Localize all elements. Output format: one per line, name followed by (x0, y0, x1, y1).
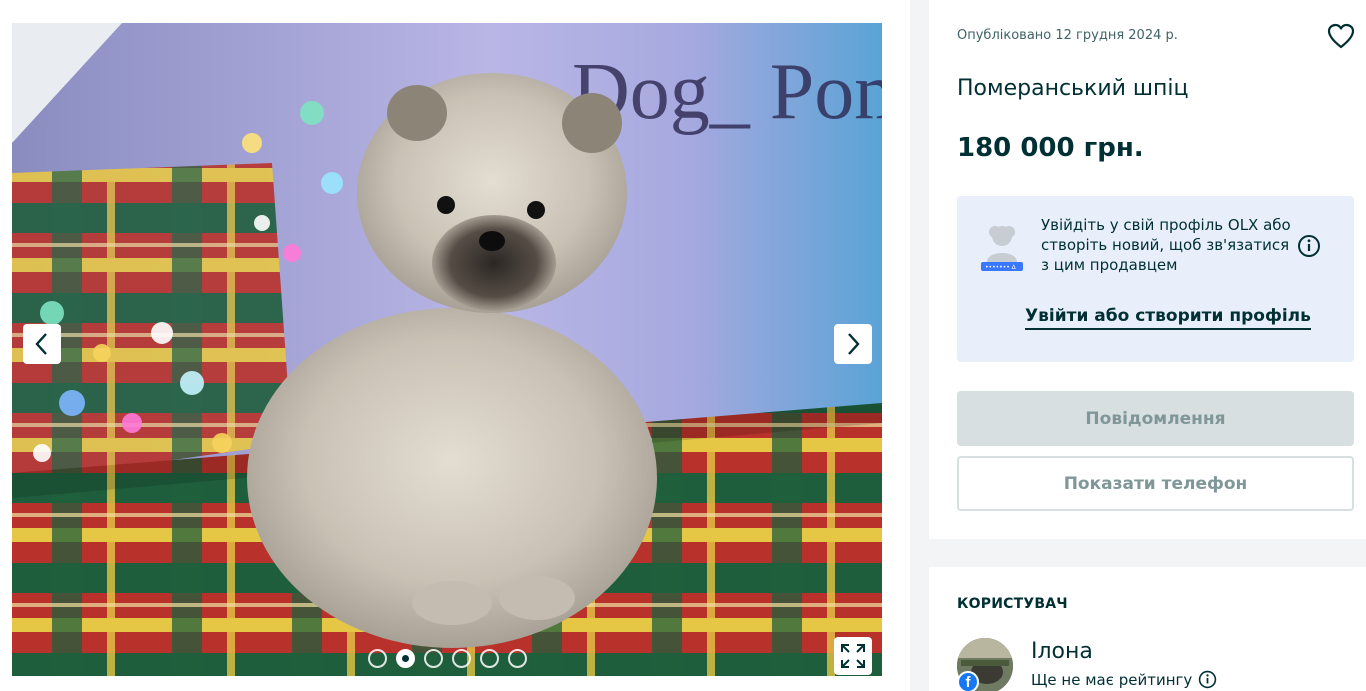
fullscreen-button[interactable] (834, 637, 872, 675)
seller-rating-text: Ще не має рейтингу (1031, 670, 1193, 689)
chevron-left-icon (35, 333, 47, 355)
listing-price: 180 000 грн. (957, 133, 1144, 163)
favorite-button[interactable] (1326, 21, 1356, 51)
posted-date: Опубліковано 12 грудня 2024 р. (957, 28, 1178, 43)
gallery-dot[interactable] (424, 649, 443, 668)
gallery-dot[interactable] (480, 649, 499, 668)
message-button[interactable]: Повідомлення (957, 391, 1354, 446)
listing-photo[interactable]: Dog_ Pom (12, 23, 882, 676)
info-icon[interactable] (1198, 670, 1217, 689)
seller-name[interactable]: Ілона (1031, 639, 1093, 664)
expand-icon (841, 644, 865, 668)
seller-heading: КОРИСТУВАЧ (957, 596, 1068, 612)
gallery-dot[interactable] (508, 649, 527, 668)
info-icon[interactable] (1297, 234, 1321, 258)
listing-card: Опубліковано 12 грудня 2024 р. Померансь… (929, 0, 1366, 539)
facebook-icon: f (957, 671, 979, 691)
show-phone-button[interactable]: Показати телефон (957, 456, 1354, 511)
login-or-register-link[interactable]: Увійти або створити профіль (1025, 306, 1311, 330)
gallery-next-button[interactable] (834, 324, 872, 364)
heart-icon (1327, 23, 1355, 49)
gallery-dots (368, 649, 527, 668)
chevron-right-icon (848, 333, 860, 355)
gallery-pane: Dog_ Pom (0, 0, 910, 691)
listing-title: Померанський шпіц (957, 76, 1189, 101)
svg-text:••••••• ∆: ••••••• ∆ (985, 264, 1017, 271)
profile-illustration-icon: ••••••• ∆ (981, 226, 1023, 271)
gallery-dot[interactable] (368, 649, 387, 668)
photo-gallery[interactable]: Dog_ Pom (12, 23, 882, 676)
seller-card: КОРИСТУВАЧ f Ілона Ще не має рейтингу (929, 567, 1366, 691)
login-prompt: ••••••• ∆ Увійдіть у свій профіль OLX аб… (957, 196, 1354, 362)
gallery-dot[interactable] (396, 649, 415, 668)
seller-rating: Ще не має рейтингу (1031, 670, 1217, 689)
login-prompt-text: Увійдіть у свій профіль OLX або створіть… (1041, 216, 1291, 274)
gallery-dot[interactable] (452, 649, 471, 668)
gallery-prev-button[interactable] (23, 324, 61, 364)
